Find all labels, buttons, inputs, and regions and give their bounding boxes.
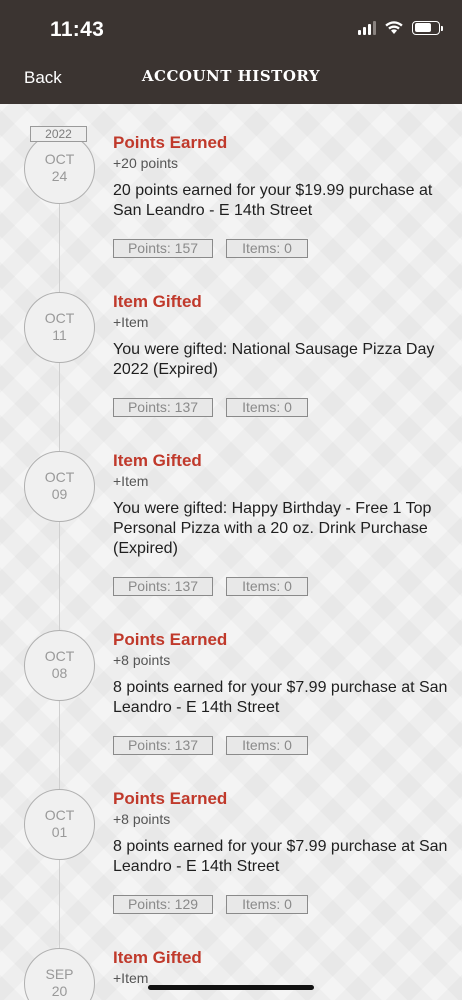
- entry-title: Points Earned: [113, 133, 228, 152]
- points-balance-badge: Points: 157: [113, 239, 213, 258]
- status-icons: [358, 20, 443, 35]
- entry-subtitle: +8 points: [113, 652, 171, 668]
- points-balance-badge: Points: 137: [113, 736, 213, 755]
- date-day: 24: [51, 168, 68, 184]
- items-balance-badge: Items: 0: [226, 577, 308, 596]
- date-badge: SEP 20: [24, 948, 95, 1000]
- points-balance-badge: Points: 137: [113, 398, 213, 417]
- date-day: 11: [52, 327, 67, 343]
- date-month: OCT: [44, 807, 75, 823]
- entry-subtitle: +Item: [113, 314, 149, 330]
- date-month: OCT: [44, 151, 75, 167]
- items-balance-badge: Items: 0: [226, 398, 308, 417]
- date-badge: OCT 11: [24, 292, 95, 363]
- page-title: ACCOUNT HISTORY: [141, 67, 321, 85]
- items-balance-badge: Items: 0: [226, 895, 308, 914]
- status-time: 11:43: [50, 18, 105, 41]
- entry-subtitle: +20 points: [113, 155, 178, 171]
- items-balance-badge: Items: 0: [226, 736, 308, 755]
- date-day: 08: [51, 665, 68, 681]
- date-day: 20: [51, 983, 68, 999]
- entry-description: You were gifted: National Sausage Pizza …: [113, 341, 435, 378]
- year-tag: 2022: [30, 126, 87, 142]
- entry-title: Item Gifted: [113, 451, 202, 470]
- date-badge: OCT 01: [24, 789, 95, 860]
- entry-title: Points Earned: [113, 789, 228, 808]
- date-month: OCT: [44, 648, 75, 664]
- entry-subtitle: +Item: [113, 970, 149, 986]
- entry-description: 8 points earned for your $7.99 purchase …: [113, 838, 448, 875]
- date-badge: OCT 09: [24, 451, 95, 522]
- date-badge: OCT 24: [24, 133, 95, 204]
- points-balance-badge: Points: 137: [113, 577, 213, 596]
- entry-description: You were gifted: Happy Birthday - Free 1…: [113, 500, 432, 557]
- battery-icon: [412, 20, 443, 35]
- cellular-signal-icon: [358, 20, 376, 35]
- date-month: OCT: [44, 310, 75, 326]
- home-indicator[interactable]: [148, 985, 314, 990]
- entry-subtitle: +Item: [113, 473, 149, 489]
- timeline-line: [59, 145, 60, 1000]
- app-header: 11:43 Back ACCOUNT HISTORY: [0, 0, 462, 104]
- points-balance-badge: Points: 129: [113, 895, 213, 914]
- date-month: OCT: [44, 469, 75, 485]
- entry-subtitle: +8 points: [113, 811, 171, 827]
- items-balance-badge: Items: 0: [226, 239, 308, 258]
- entry-title: Points Earned: [113, 630, 228, 649]
- entry-title: Item Gifted: [113, 292, 202, 311]
- date-day: 01: [51, 824, 68, 840]
- entry-title: Item Gifted: [113, 948, 202, 967]
- entry-description: 8 points earned for your $7.99 purchase …: [113, 679, 448, 716]
- wifi-icon: [385, 21, 403, 34]
- entry-description: 20 points earned for your $19.99 purchas…: [113, 182, 433, 219]
- date-day: 09: [51, 486, 68, 502]
- date-month: SEP: [45, 966, 74, 982]
- date-badge: OCT 08: [24, 630, 95, 701]
